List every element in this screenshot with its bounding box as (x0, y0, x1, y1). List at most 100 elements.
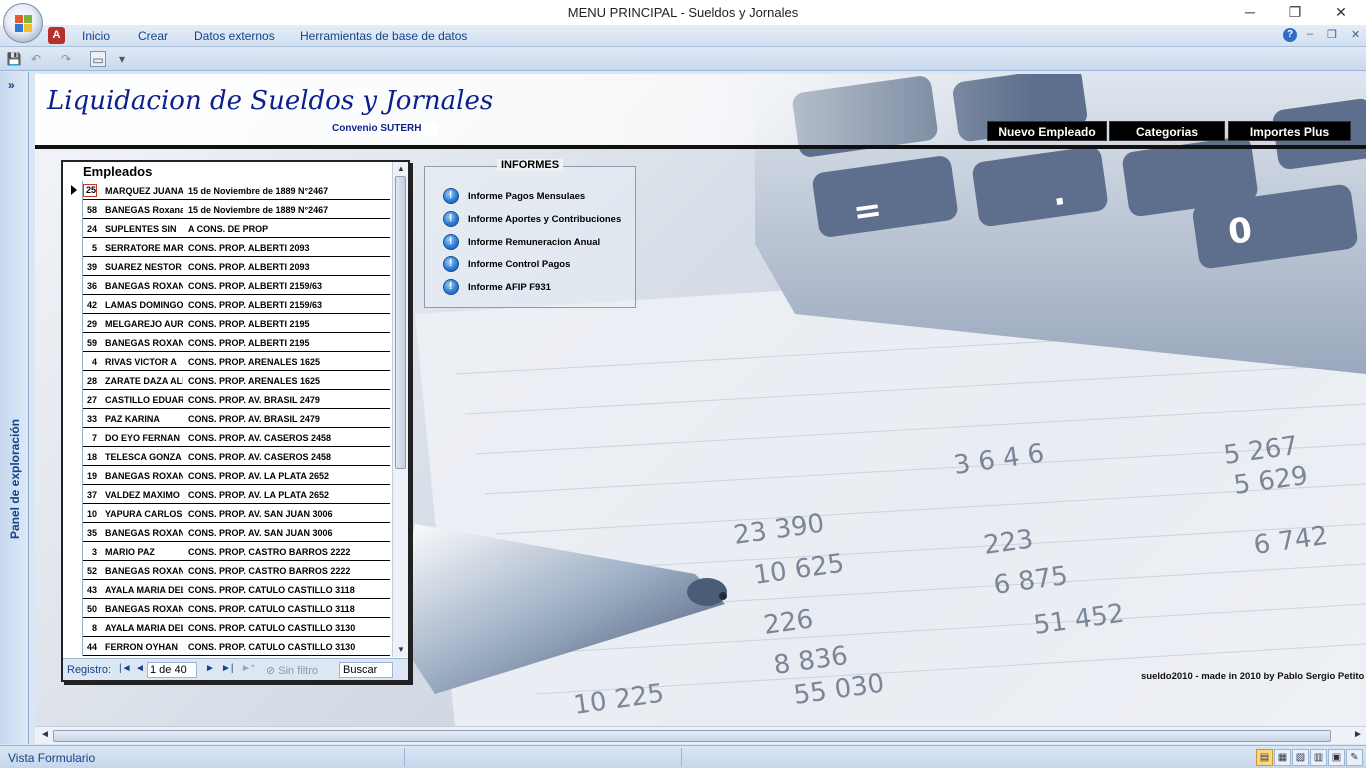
employee-name[interactable]: VALDEZ MAXIMO (105, 490, 183, 500)
employee-name[interactable]: TELESCA GONZA (105, 452, 183, 462)
employee-address[interactable]: 15 de Noviembre de 1889 N°2467 (188, 186, 388, 196)
info-icon[interactable] (443, 234, 459, 250)
employee-id[interactable]: 33 (83, 414, 97, 424)
employee-id[interactable]: 44 (83, 642, 97, 652)
empleados-vertical-scrollbar[interactable]: ▲ ▼ (392, 162, 408, 657)
employee-id[interactable]: 42 (83, 300, 97, 310)
informe-afip-link[interactable]: Informe AFIP F931 (443, 279, 633, 297)
employee-id[interactable]: 28 (83, 376, 97, 386)
table-row[interactable]: 59 BANEGAS ROXAN CONS. PROP. ALBERTI 2195 (63, 333, 390, 352)
record-selector[interactable] (63, 599, 83, 618)
employee-address[interactable]: CONS. PROP. ALBERTI 2093 (188, 262, 388, 272)
employee-address[interactable]: CONS. PROP. CATULO CASTILLO 3118 (188, 604, 388, 614)
employee-id[interactable]: 37 (83, 490, 97, 500)
employee-name[interactable]: MELGAREJO AUR (105, 319, 183, 329)
employee-address[interactable]: CONS. PROP. AV. SAN JUAN 3006 (188, 528, 388, 538)
informe-label[interactable]: Informe Aportes y Contribuciones (468, 214, 621, 225)
employee-id[interactable]: 19 (83, 471, 97, 481)
record-selector[interactable] (63, 542, 83, 561)
employee-id[interactable]: 5 (83, 243, 97, 253)
customize-qat-icon[interactable]: ▾ (114, 51, 130, 67)
employee-id[interactable]: 50 (83, 604, 97, 614)
info-icon[interactable] (443, 256, 459, 272)
record-count-input[interactable]: 1 de 40 (147, 662, 197, 678)
employee-id[interactable]: 7 (83, 433, 97, 443)
employee-name[interactable]: SERRATORE MAR (105, 243, 183, 253)
informe-aportes-link[interactable]: Informe Aportes y Contribuciones (443, 211, 633, 229)
table-row[interactable]: 58 BANEGAS Roxana 15 de Noviembre de 1889 … (63, 200, 390, 219)
table-row[interactable]: 28 ZARATE DAZA ALI CONS. PROP. ARENALES 16… (63, 371, 390, 390)
tab-inicio[interactable]: Inicio (82, 29, 110, 43)
design-view-icon[interactable]: ✎ (1346, 749, 1363, 766)
table-row[interactable]: 4 RIVAS VICTOR A CONS. PROP. ARENALES 1625 (63, 352, 390, 371)
minimize-button[interactable]: ─ (1227, 2, 1273, 23)
record-selector[interactable] (63, 371, 83, 390)
filter-indicator[interactable]: ⊘ Sin filtro (266, 664, 318, 677)
record-selector[interactable] (63, 409, 83, 428)
employee-address[interactable]: CONS. PROP. AV. BRASIL 2479 (188, 414, 388, 424)
record-selector[interactable] (63, 523, 83, 542)
hscrollbar-thumb[interactable] (53, 730, 1331, 742)
info-icon[interactable] (443, 279, 459, 295)
record-selector[interactable] (63, 238, 83, 257)
employee-name[interactable]: BANEGAS ROXAN (105, 604, 183, 614)
employee-name[interactable]: LAMAS DOMINGO (105, 300, 183, 310)
last-record-button[interactable]: ►| (221, 663, 234, 674)
employee-address[interactable]: CONS. PROP. AV. LA PLATA 2652 (188, 490, 388, 500)
record-selector[interactable] (63, 561, 83, 580)
employee-address[interactable]: CONS. PROP. ALBERTI 2195 (188, 319, 388, 329)
employee-address[interactable]: CONS. PROP. AV. BRASIL 2479 (188, 395, 388, 405)
employee-name[interactable]: AYALA MARIA DEL (105, 623, 183, 633)
employee-id[interactable]: 43 (83, 585, 97, 595)
employee-name[interactable]: ZARATE DAZA ALI (105, 376, 183, 386)
employee-address[interactable]: 15 de Noviembre de 1889 N°2467 (188, 205, 388, 215)
record-selector[interactable] (63, 618, 83, 637)
employee-name[interactable]: BANEGAS ROXAN (105, 281, 183, 291)
record-selector[interactable] (63, 504, 83, 523)
informe-label[interactable]: Informe Control Pagos (468, 259, 570, 270)
record-selector[interactable] (63, 219, 83, 238)
employee-name[interactable]: SUPLENTES SIN (105, 224, 183, 234)
table-row[interactable]: 27 CASTILLO EDUAR CONS. PROP. AV. BRASIL 2… (63, 390, 390, 409)
doc-restore-button[interactable]: ❐ (1327, 28, 1337, 41)
employee-name[interactable]: MARIO PAZ (105, 547, 183, 557)
nuevo-empleado-button[interactable]: Nuevo Empleado (987, 121, 1107, 141)
employee-name[interactable]: BANEGAS ROXAN (105, 471, 183, 481)
info-icon[interactable] (443, 211, 459, 227)
employee-address[interactable]: CONS. PROP. CATULO CASTILLO 3130 (188, 642, 388, 652)
employee-id[interactable]: 18 (83, 452, 97, 462)
record-selector[interactable] (63, 390, 83, 409)
print-icon[interactable]: ▭ (90, 51, 106, 67)
employee-name[interactable]: BANEGAS ROXAN (105, 528, 183, 538)
employee-address[interactable]: CONS. PROP. ARENALES 1625 (188, 376, 388, 386)
employee-id[interactable]: 3 (83, 547, 97, 557)
employee-id[interactable]: 39 (83, 262, 97, 272)
table-row[interactable]: 42 LAMAS DOMINGO CONS. PROP. ALBERTI 2159/… (63, 295, 390, 314)
form-horizontal-scrollbar[interactable]: ◄ ► (35, 726, 1366, 744)
tab-herramientas[interactable]: Herramientas de base de datos (300, 29, 467, 43)
employee-address[interactable]: CONS. PROP. AV. SAN JUAN 3006 (188, 509, 388, 519)
pivot-chart-view-icon[interactable]: ▥ (1310, 749, 1327, 766)
table-row[interactable]: 52 BANEGAS ROXAN CONS. PROP. CASTRO BARROS… (63, 561, 390, 580)
employee-name[interactable]: MARQUEZ JUANA (105, 186, 183, 196)
categorias-button[interactable]: Categorias (1109, 121, 1225, 141)
expand-pane-icon[interactable]: » (8, 78, 15, 92)
record-selector[interactable] (63, 333, 83, 352)
employee-address[interactable]: CONS. PROP. ARENALES 1625 (188, 357, 388, 367)
employee-name[interactable]: PAZ KARINA (105, 414, 183, 424)
table-row[interactable]: 50 BANEGAS ROXAN CONS. PROP. CATULO CASTIL… (63, 599, 390, 618)
employee-id[interactable]: 10 (83, 509, 97, 519)
navigation-pane[interactable]: » Panel de exploración (0, 72, 29, 744)
record-selector[interactable] (63, 580, 83, 599)
table-row[interactable]: 39 SUAREZ NESTOR CONS. PROP. ALBERTI 2093 (63, 257, 390, 276)
employee-name[interactable]: BANEGAS ROXAN (105, 338, 183, 348)
table-row[interactable]: 7 DO EYO FERNAN CONS. PROP. AV. CASEROS 24… (63, 428, 390, 447)
tab-datos-externos[interactable]: Datos externos (194, 29, 275, 43)
scroll-up-icon[interactable]: ▲ (396, 164, 406, 173)
next-record-button[interactable]: ► (205, 663, 215, 674)
datasheet-view-icon[interactable]: ▦ (1274, 749, 1291, 766)
employee-address[interactable]: CONS. PROP. ALBERTI 2195 (188, 338, 388, 348)
first-record-button[interactable]: |◄ (119, 663, 132, 674)
form-view-icon[interactable]: ▤ (1256, 749, 1273, 766)
table-row[interactable]: 10 YAPURA CARLOS CONS. PROP. AV. SAN JUAN … (63, 504, 390, 523)
